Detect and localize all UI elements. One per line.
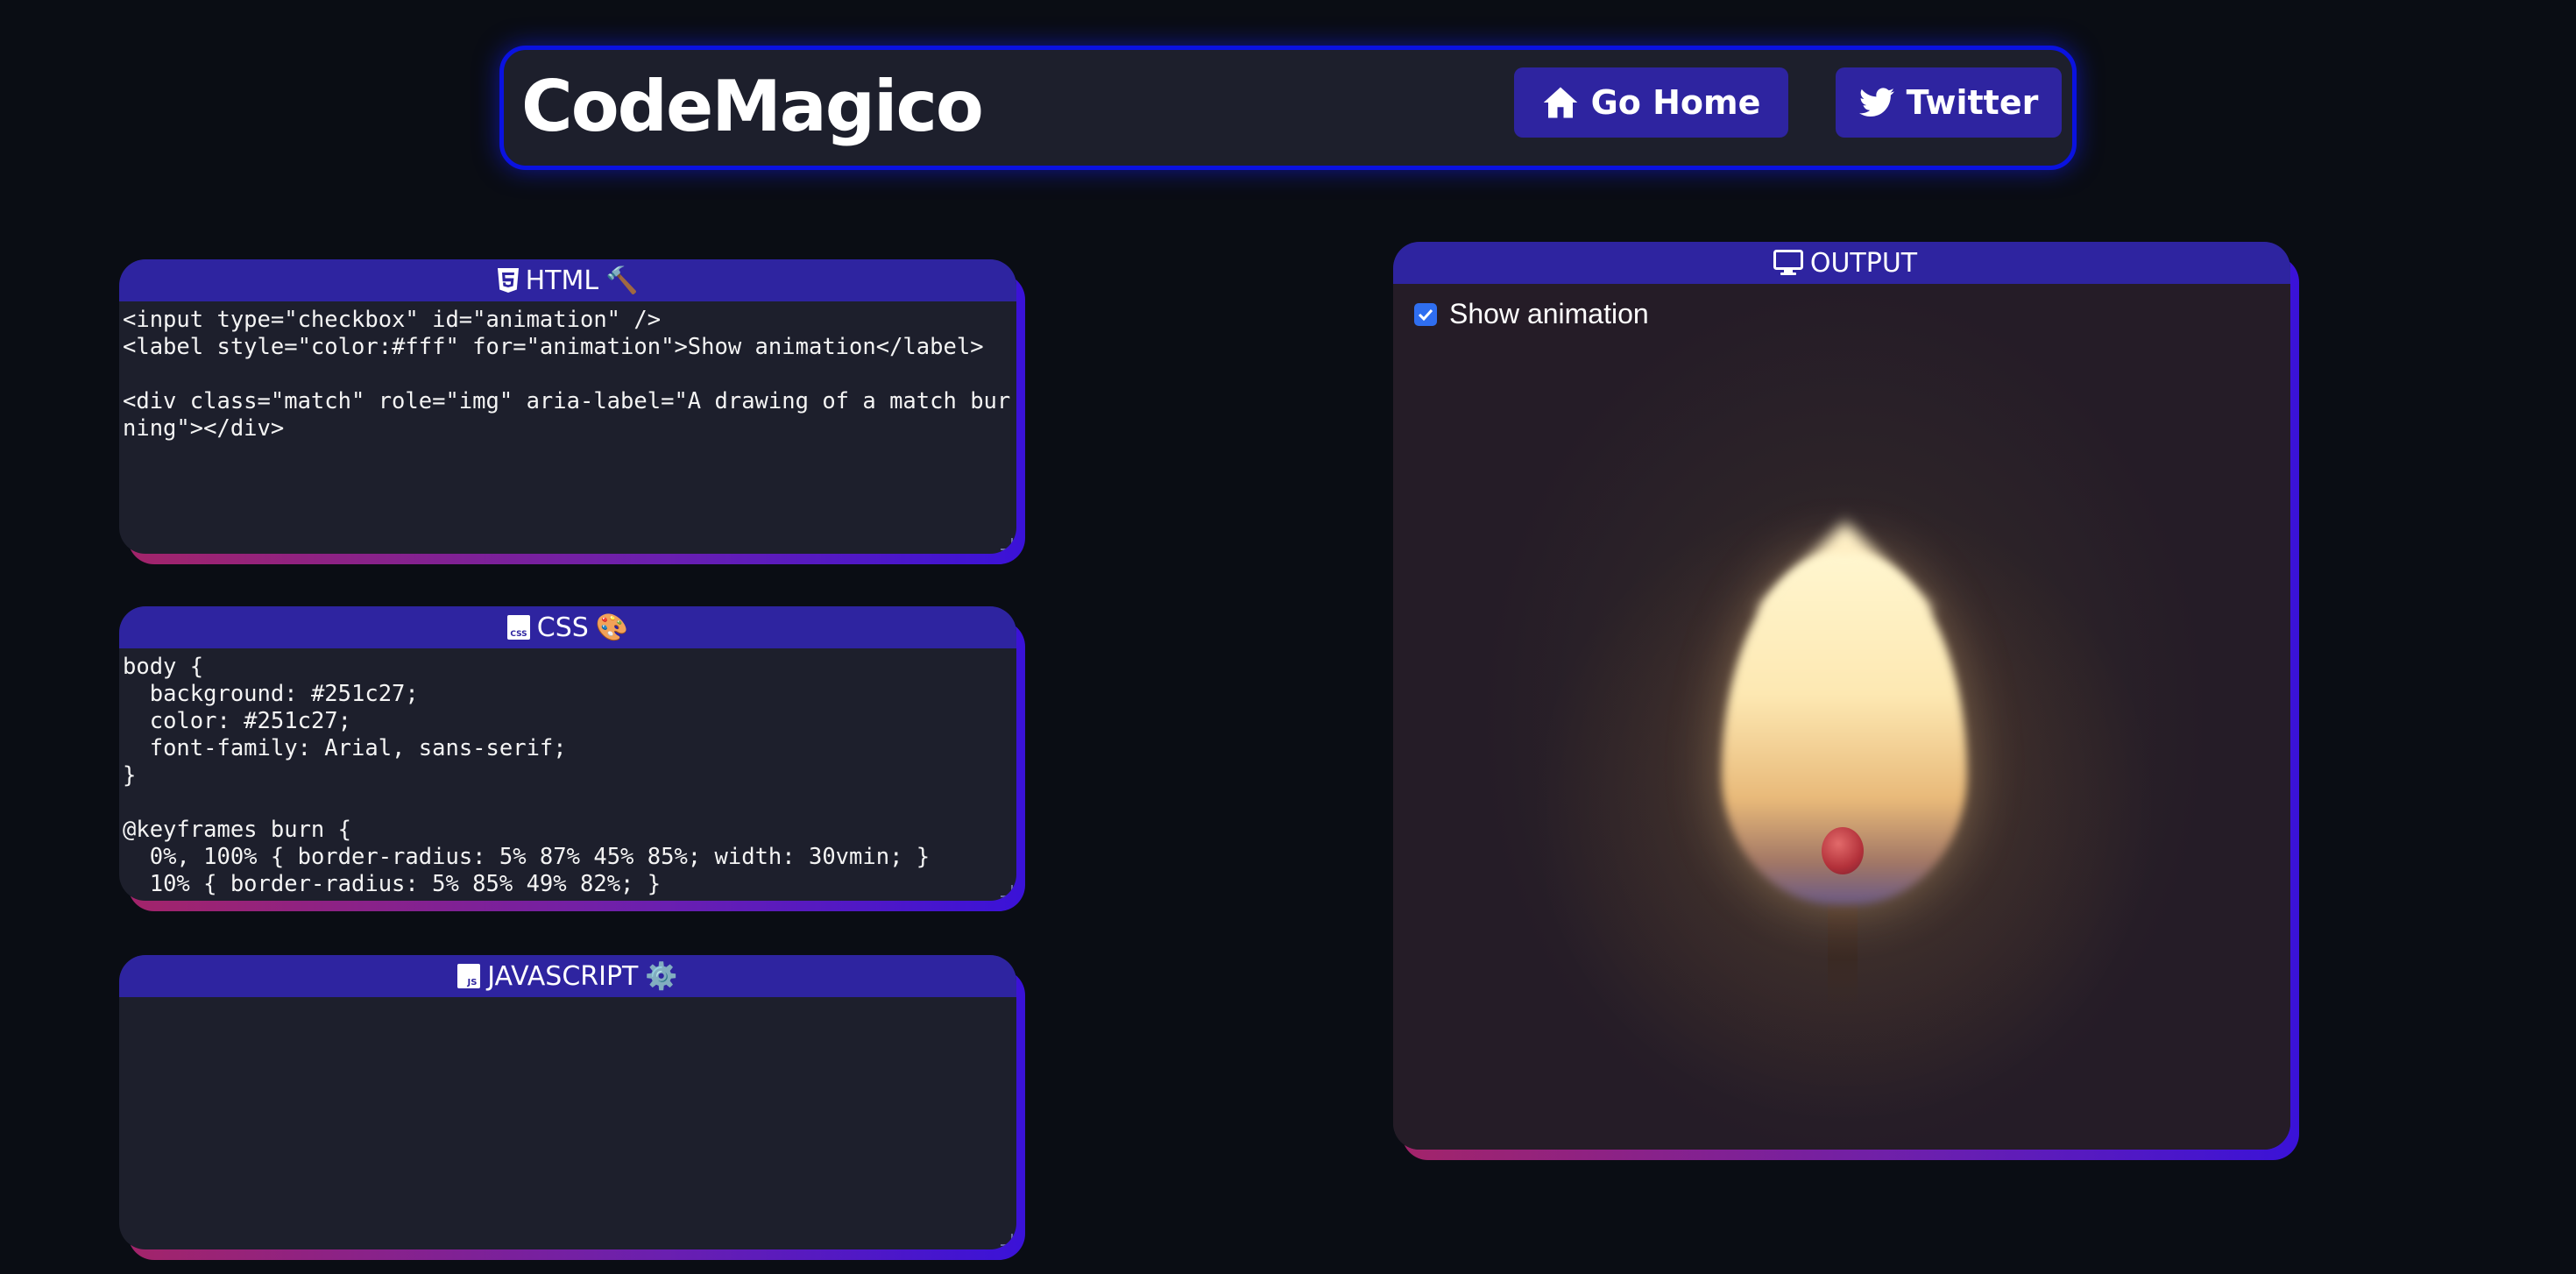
go-home-label: Go Home [1590,83,1761,122]
js-icon: JS [457,964,481,988]
html-editor-header: HTML 🔨 [119,259,1016,301]
brand-logo: CodeMagico [521,66,984,147]
twitter-icon [1858,88,1894,117]
output-header: OUTPUT [1393,242,2290,284]
show-animation-row: Show animation [1414,298,1649,330]
checkmark-icon [1418,308,1433,321]
html-editor-panel: HTML 🔨 <input type="checkbox" id="animat… [119,259,1025,564]
js-code-textarea[interactable] [119,997,1016,1002]
resize-handle[interactable] [1001,538,1013,550]
js-editor-header: JS JAVASCRIPT ⚙️ [119,955,1016,997]
output-title: OUTPUT [1809,247,1918,279]
html-code-textarea[interactable]: <input type="checkbox" id="animation" />… [119,301,1016,442]
show-animation-checkbox[interactable] [1414,302,1437,326]
css3-icon: CSS [506,615,530,640]
resize-handle[interactable] [1001,885,1013,897]
go-home-button[interactable]: Go Home [1514,67,1788,138]
output-panel: OUTPUT Show animation [1393,242,2299,1160]
html5-icon [497,268,519,293]
css-editor-panel: CSS CSS 🎨 body { background: #251c27; co… [119,606,1025,911]
css-code-textarea[interactable]: body { background: #251c27; color: #251c… [119,648,1016,898]
match-head [1822,827,1864,874]
twitter-button[interactable]: Twitter [1836,67,2062,138]
svg-text:CSS: CSS [510,630,527,639]
twitter-label: Twitter [1906,83,2039,122]
home-icon [1543,87,1577,118]
svg-text:JS: JS [467,978,478,987]
html-editor-title: HTML [525,265,599,296]
app-header: CodeMagico Go Home Twitter [499,46,2077,170]
css-editor-title: CSS [536,612,589,643]
palette-icon: 🎨 [595,612,629,643]
hammer-icon: 🔨 [605,265,639,296]
output-preview: Show animation [1393,284,2290,1150]
gear-icon: ⚙️ [645,960,678,992]
js-editor-panel: JS JAVASCRIPT ⚙️ [119,955,1025,1260]
js-editor-title: JAVASCRIPT [487,960,639,992]
resize-handle[interactable] [1001,1234,1013,1246]
show-animation-label[interactable]: Show animation [1449,298,1649,330]
monitor-icon [1773,250,1803,276]
css-editor-header: CSS CSS 🎨 [119,606,1016,648]
